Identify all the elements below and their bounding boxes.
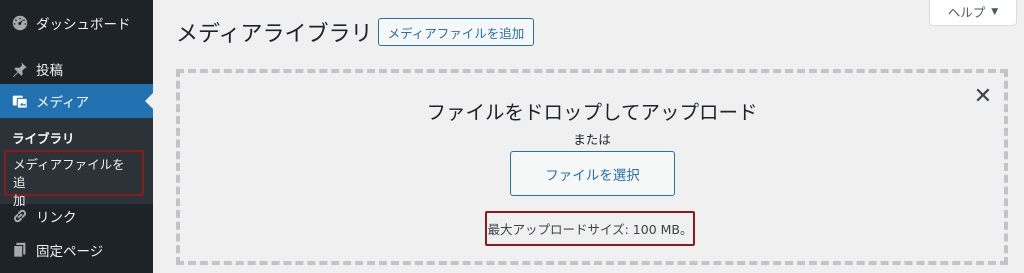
sidebar-item-dashboard[interactable]: ダッシュボード [0, 6, 153, 40]
media-icon [0, 84, 36, 118]
sidebar-item-label: 投稿 [36, 63, 63, 79]
link-icon [0, 199, 36, 233]
sidebar-item-pages[interactable]: 固定ページ [0, 233, 153, 267]
or-separator: または [573, 132, 611, 147]
add-new-media-button[interactable]: メディアファイルを追加 [378, 18, 534, 46]
submenu-item-label: メディアファイルを追 [13, 157, 125, 190]
sidebar-item-links[interactable]: リンク [0, 199, 153, 233]
submenu-item-add-new[interactable]: メディアファイルを追 加 [4, 150, 144, 208]
admin-sidebar: ダッシュボード 投稿 メディア ライブラリ メディアファイルを追 加 リンク 固… [0, 0, 153, 273]
sidebar-item-label: 固定ページ [36, 244, 104, 260]
sidebar-item-posts[interactable]: 投稿 [0, 52, 153, 86]
select-files-button[interactable]: ファイルを選択 [510, 151, 675, 196]
submenu-item-library[interactable]: ライブラリ [12, 128, 75, 147]
help-label: ヘルプ [947, 5, 986, 20]
sidebar-item-label: リンク [36, 210, 77, 226]
page-icon [0, 233, 36, 267]
sidebar-item-media[interactable]: メディア [0, 84, 153, 118]
sidebar-item-label: ダッシュボード [36, 17, 131, 33]
drop-instructions: ファイルをドロップしてアップロード [426, 101, 758, 124]
page-title: メディアライブラリ [176, 22, 373, 47]
help-tab-button[interactable]: ヘルプ ▼ [929, 0, 1017, 26]
current-indicator-arrow [145, 93, 153, 109]
dashboard-icon [0, 6, 36, 40]
sidebar-item-label: メディア [36, 95, 90, 111]
max-upload-size: 最大アップロードサイズ: 100 MB。 [485, 211, 695, 246]
pin-icon [0, 52, 36, 86]
caret-down-icon: ▼ [991, 6, 999, 17]
